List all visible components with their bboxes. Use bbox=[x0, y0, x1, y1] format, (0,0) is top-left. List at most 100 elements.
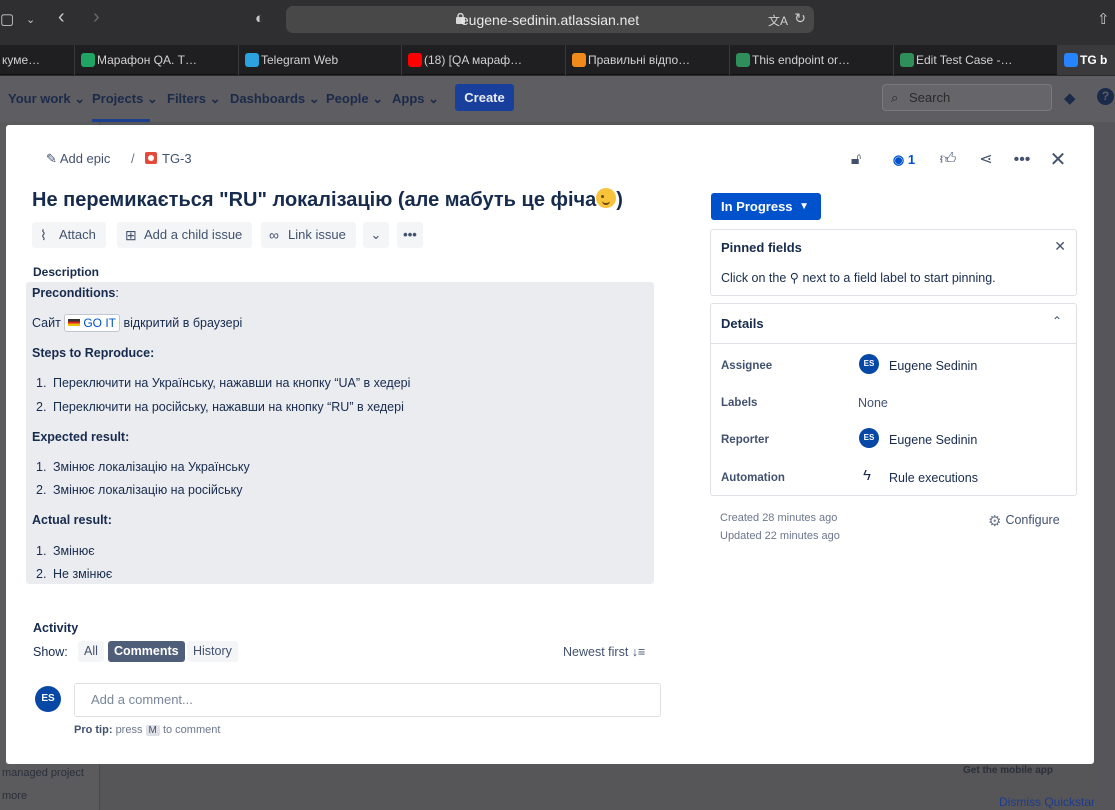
actual-heading: Actual result: bbox=[32, 513, 112, 527]
tab-label: This endpoint or… bbox=[752, 53, 851, 67]
paperclip-icon: ⌇ bbox=[40, 227, 47, 243]
jira-top-nav: Your work ⌄ Projects ⌄ Filters ⌄ Dashboa… bbox=[0, 76, 1115, 122]
browser-tab[interactable]: Edit Test Case -… bbox=[894, 45, 1058, 75]
details-panel: Details ⌃ Assignee ES Eugene Sedinin Lab… bbox=[710, 303, 1077, 496]
url-text: eugene-sedinin.atlassian.net bbox=[460, 12, 640, 28]
bg-right-item: Get the mobile app bbox=[963, 765, 1054, 776]
bg-left-item: managed project bbox=[2, 767, 84, 779]
field-label: Reporter bbox=[721, 434, 769, 446]
field-label: Labels bbox=[721, 397, 758, 409]
field-reporter[interactable]: Reporter ES Eugene Sedinin bbox=[711, 426, 1076, 456]
description-field[interactable]: Preconditions: Сайт GO IT відкритий в бр… bbox=[26, 282, 654, 584]
add-epic-link[interactable]: ✎ Add epic bbox=[46, 151, 110, 167]
share-icon[interactable]: ⇧ bbox=[1097, 10, 1110, 28]
more-icon[interactable]: ••• bbox=[1012, 150, 1032, 170]
filter-comments[interactable]: Comments bbox=[108, 641, 185, 662]
sort-toggle[interactable]: Newest first ↓≡ bbox=[563, 645, 645, 659]
pinned-fields-title: Pinned fields bbox=[721, 240, 802, 255]
chevron-down-icon[interactable]: ⌄ bbox=[26, 13, 35, 26]
winking-face-icon bbox=[596, 188, 617, 208]
like-icon[interactable]: 👍︎ bbox=[938, 150, 958, 170]
nav-projects[interactable]: Projects ⌄ bbox=[92, 91, 158, 107]
browser-tab[interactable]: кумe… bbox=[0, 45, 75, 75]
issue-title[interactable]: Не перемикається "RU" локалізацію (але м… bbox=[32, 188, 623, 212]
reload-icon[interactable]: ↻ bbox=[794, 10, 806, 27]
chevron-up-icon[interactable]: ⌃ bbox=[1052, 314, 1062, 328]
comment-input[interactable]: Add a comment... bbox=[74, 683, 661, 717]
browser-tab[interactable]: Правильні відпо… bbox=[566, 45, 730, 75]
avatar: ES bbox=[859, 354, 879, 374]
details-header[interactable]: Details ⌃ bbox=[711, 304, 1076, 344]
avatar: ES bbox=[859, 428, 879, 448]
created-timestamp: Created 28 minutes ago bbox=[720, 512, 838, 524]
description-label: Description bbox=[33, 265, 100, 279]
nav-dashboards[interactable]: Dashboards ⌄ bbox=[230, 91, 320, 107]
pinned-fields-panel: Pinned fields ✕ Click on the ⚲ next to a… bbox=[710, 229, 1077, 296]
background-right-strip bbox=[1094, 122, 1115, 810]
issue-key-link[interactable]: TG-3 bbox=[145, 151, 192, 166]
show-label: Show: bbox=[33, 645, 68, 659]
watch-button[interactable]: ◉ 1 bbox=[886, 150, 922, 170]
list-item: Змінює локалізацію на Українську bbox=[53, 460, 250, 474]
forward-icon[interactable]: › bbox=[93, 6, 100, 29]
browser-toolbar: ▢ ⌄ ‹ › ◐ eugene-sedinin.atlassian.net 文… bbox=[0, 0, 1115, 45]
field-value: Eugene Sedinin bbox=[889, 433, 978, 447]
nav-apps[interactable]: Apps ⌄ bbox=[392, 91, 439, 107]
nav-active-indicator bbox=[92, 119, 150, 122]
more-icon: ••• bbox=[403, 227, 417, 242]
browser-tab[interactable]: Telegram Web bbox=[239, 45, 402, 75]
dismiss-quickstart[interactable]: Dismiss Quickstart bbox=[999, 795, 1098, 809]
list-item: Не змінює bbox=[53, 567, 113, 581]
configure-button[interactable]: ⚙ Configure bbox=[988, 512, 1060, 530]
status-dropdown[interactable]: In Progress ▼ bbox=[711, 193, 821, 220]
go-it-link[interactable]: GO IT bbox=[64, 314, 120, 332]
field-label: Automation bbox=[721, 472, 785, 484]
share-icon[interactable]: ⋖ bbox=[976, 150, 996, 170]
gear-icon: ⚙ bbox=[988, 513, 1002, 530]
link-issue-button[interactable]: ∞ Link issue bbox=[261, 222, 356, 248]
lightning-icon: ϟ bbox=[863, 467, 871, 484]
nav-filters[interactable]: Filters ⌄ bbox=[167, 91, 221, 107]
nav-your-work[interactable]: Your work ⌄ bbox=[8, 91, 85, 107]
filter-history[interactable]: History bbox=[187, 641, 238, 662]
browser-tab[interactable]: TG b bbox=[1058, 45, 1115, 75]
tab-label: TG b bbox=[1080, 53, 1108, 67]
attach-button[interactable]: ⌇ Attach bbox=[32, 222, 106, 248]
sidebar-toggle-icon[interactable]: ▢ bbox=[0, 10, 14, 28]
browser-tab[interactable]: (18) [QA мараф… bbox=[402, 45, 566, 75]
lock-icon[interactable]: 🔓︎ bbox=[846, 150, 866, 170]
list-number: 2. bbox=[36, 483, 47, 497]
close-icon[interactable]: ✕ bbox=[1048, 150, 1068, 170]
link-icon: ∞ bbox=[269, 227, 279, 243]
field-automation[interactable]: Automation ϟ Rule executions bbox=[711, 464, 1076, 494]
tab-label: (18) [QA мараф… bbox=[424, 53, 523, 67]
link-issue-dropdown[interactable]: ⌄ bbox=[363, 222, 389, 248]
help-icon[interactable]: ? bbox=[1097, 88, 1114, 105]
favicon-icon bbox=[68, 319, 81, 326]
eye-icon: ◉ bbox=[892, 152, 905, 167]
address-bar[interactable]: eugene-sedinin.atlassian.net 文A ↻ bbox=[286, 6, 814, 33]
back-icon[interactable]: ‹ bbox=[58, 6, 65, 29]
add-child-issue-button[interactable]: ⊞ Add a child issue bbox=[117, 222, 253, 248]
steps-heading: Steps to Reproduce: bbox=[32, 346, 155, 360]
close-icon[interactable]: ✕ bbox=[1054, 238, 1066, 255]
field-assignee[interactable]: Assignee ES Eugene Sedinin bbox=[711, 352, 1076, 382]
pencil-icon: ✎ bbox=[46, 151, 57, 166]
issue-modal: ✎ Add epic / TG-3 🔓︎ ◉ 1 👍︎ ⋖ ••• ✕ Не п… bbox=[6, 125, 1094, 764]
filter-all[interactable]: All bbox=[78, 641, 104, 662]
search-input[interactable]: ⌕ Search bbox=[882, 84, 1052, 111]
shield-icon[interactable]: ◐ bbox=[255, 10, 264, 27]
favicon-icon bbox=[572, 53, 586, 67]
tab-label: Edit Test Case -… bbox=[916, 53, 1013, 67]
translate-icon[interactable]: 文A bbox=[768, 12, 788, 29]
favicon-icon bbox=[245, 53, 259, 67]
field-label: Assignee bbox=[721, 360, 773, 372]
more-actions-button[interactable]: ••• bbox=[397, 222, 423, 248]
browser-tab[interactable]: Марафон QA. Т… bbox=[75, 45, 239, 75]
create-button[interactable]: Create bbox=[455, 84, 514, 111]
field-labels[interactable]: Labels None bbox=[711, 389, 1076, 419]
notifications-icon[interactable]: ◆ bbox=[1064, 89, 1076, 107]
browser-tab[interactable]: This endpoint or… bbox=[730, 45, 894, 75]
pin-icon: ⚲ bbox=[789, 271, 799, 285]
nav-people[interactable]: People ⌄ bbox=[326, 91, 383, 107]
